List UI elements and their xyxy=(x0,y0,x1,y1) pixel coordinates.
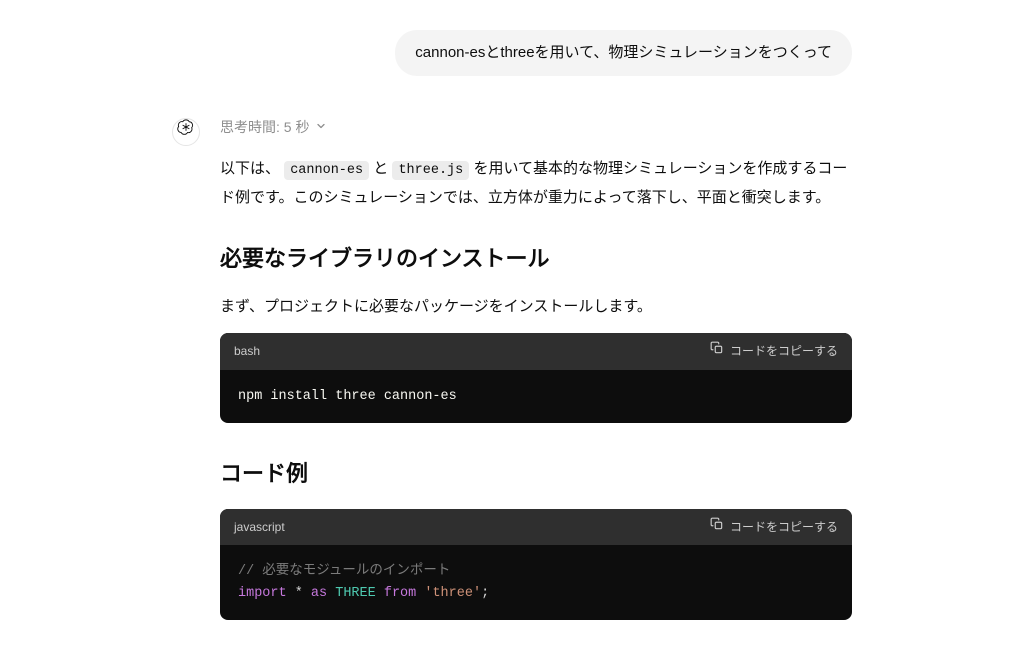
copy-code-button[interactable]: コードをコピーする xyxy=(710,517,838,537)
inline-code-threejs: three.js xyxy=(392,161,469,180)
copy-icon xyxy=(710,341,724,361)
intro-paragraph: 以下は、 cannon-es と three.js を用いて基本的な物理シミュレ… xyxy=(220,155,852,212)
code-header: bash コードをコピーする xyxy=(220,333,852,369)
code-token-comment: // 必要なモジュールのインポート xyxy=(238,564,450,579)
code-header: javascript コードをコピーする xyxy=(220,509,852,545)
intro-text-mid1: と xyxy=(373,160,392,177)
code-token-op: * xyxy=(287,586,311,601)
chevron-down-icon xyxy=(315,116,327,140)
code-content: npm install three cannon-es xyxy=(238,389,457,404)
code-token-string: 'three' xyxy=(424,586,481,601)
code-token-keyword: import xyxy=(238,586,287,601)
inline-code-cannon-es: cannon-es xyxy=(284,161,369,180)
code-lang-label: javascript xyxy=(234,517,285,537)
assistant-content: 思考時間: 5 秒 以下は、 cannon-es と three.js を用いて… xyxy=(220,116,852,621)
copy-label: コードをコピーする xyxy=(730,517,838,537)
openai-logo-icon xyxy=(177,118,195,145)
code-token-semi: ; xyxy=(481,586,489,601)
code-block-javascript: javascript コードをコピーする // 必要なモジュールのインポート i… xyxy=(220,509,852,621)
user-message-row: cannon-esとthreeを用いて、物理シミュレーションをつくって xyxy=(172,30,852,76)
copy-icon xyxy=(710,517,724,537)
code-body-bash[interactable]: npm install three cannon-es xyxy=(220,370,852,424)
user-message-bubble: cannon-esとthreeを用いて、物理シミュレーションをつくって xyxy=(395,30,852,76)
code-token-ident: THREE xyxy=(327,586,384,601)
code-body-javascript[interactable]: // 必要なモジュールのインポート import * as THREE from… xyxy=(220,545,852,620)
code-token-keyword: as xyxy=(311,586,327,601)
assistant-message-row: 思考時間: 5 秒 以下は、 cannon-es と three.js を用いて… xyxy=(172,116,852,621)
thought-time-toggle[interactable]: 思考時間: 5 秒 xyxy=(220,116,852,140)
assistant-avatar xyxy=(172,118,200,146)
code-token-keyword: from xyxy=(384,586,416,601)
code-lang-label: bash xyxy=(234,341,260,361)
copy-code-button[interactable]: コードをコピーする xyxy=(710,341,838,361)
code-block-bash: bash コードをコピーする npm install three cannon-… xyxy=(220,333,852,423)
intro-text-pre: 以下は、 xyxy=(220,160,280,177)
section-heading-code-example: コード例 xyxy=(220,455,852,492)
copy-label: コードをコピーする xyxy=(730,341,838,361)
thought-time-label: 思考時間: 5 秒 xyxy=(220,116,309,140)
chat-container: cannon-esとthreeを用いて、物理シミュレーションをつくって 思考時間… xyxy=(132,0,892,650)
section-heading-install: 必要なライブラリのインストール xyxy=(220,240,852,277)
code-token-space xyxy=(416,586,424,601)
section-sub-install: まず、プロジェクトに必要なパッケージをインストールします。 xyxy=(220,294,852,320)
user-message-text: cannon-esとthreeを用いて、物理シミュレーションをつくって xyxy=(415,44,832,61)
